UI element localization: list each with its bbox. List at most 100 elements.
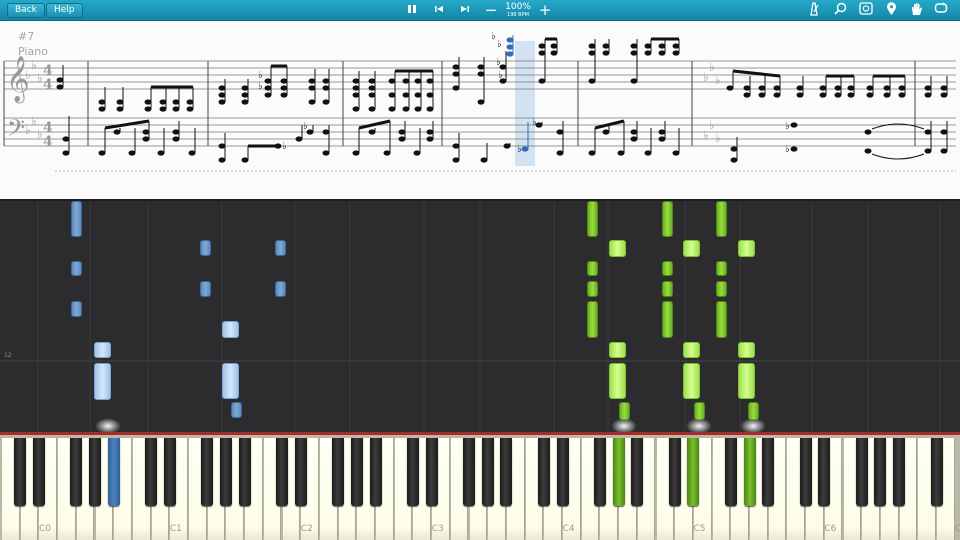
black-key[interactable] <box>593 438 606 506</box>
skip-back-icon[interactable] <box>430 2 448 19</box>
black-key[interactable] <box>556 438 569 506</box>
black-key[interactable] <box>481 438 494 506</box>
black-key[interactable] <box>14 438 27 506</box>
falling-note <box>609 240 626 257</box>
sheet-music-panel[interactable]: #7 Piano 𝄞 𝄢 ♭ ♭ ♭ ♭ ♭ ♭ ♭ ♭ ♭ ♭ ♭ ♭ 4 4… <box>0 21 960 199</box>
black-key[interactable] <box>145 438 158 506</box>
falling-note <box>71 261 82 276</box>
black-key[interactable] <box>425 438 438 506</box>
falling-note <box>275 281 286 297</box>
black-key[interactable] <box>668 438 681 506</box>
black-key[interactable] <box>537 438 550 506</box>
top-toolbar: Back Help − 100% 196 BPM + <box>0 0 960 21</box>
hand-icon[interactable] <box>907 2 925 19</box>
svg-text:♭: ♭ <box>497 39 502 50</box>
svg-text:♭: ♭ <box>703 128 709 142</box>
svg-text:♭: ♭ <box>282 141 287 152</box>
black-key[interactable] <box>70 438 83 506</box>
metronome-icon[interactable] <box>805 2 823 19</box>
svg-text:4: 4 <box>43 134 53 150</box>
back-button[interactable]: Back <box>7 3 45 18</box>
falling-notes-panel[interactable] <box>0 199 960 434</box>
falling-note <box>738 240 755 257</box>
svg-text:♭: ♭ <box>31 58 37 72</box>
black-key[interactable] <box>687 438 700 506</box>
svg-text:♭: ♭ <box>31 114 37 128</box>
time-signatures: 44 44 <box>43 63 53 150</box>
falling-note <box>716 301 727 338</box>
black-key[interactable] <box>350 438 363 506</box>
piano-keyboard[interactable] <box>0 432 960 540</box>
black-key[interactable] <box>893 438 906 506</box>
svg-text:♭: ♭ <box>785 144 790 155</box>
tempo-display: 100% 196 BPM <box>500 2 536 19</box>
accidentals: ♭♭♭♭ ♭♭ <box>258 31 503 92</box>
black-key[interactable] <box>276 438 288 506</box>
svg-text:♭: ♭ <box>491 31 496 42</box>
falling-note <box>94 363 111 400</box>
black-key[interactable] <box>762 438 775 506</box>
black-key[interactable] <box>799 438 812 506</box>
falling-note <box>222 321 239 338</box>
black-key[interactable] <box>406 438 419 506</box>
falling-note <box>71 201 82 237</box>
roll-gridlines <box>0 201 960 434</box>
black-key[interactable] <box>930 438 943 506</box>
minus-icon[interactable]: − <box>482 2 500 19</box>
black-key[interactable] <box>201 438 214 506</box>
skip-forward-icon[interactable] <box>456 2 474 19</box>
bass-clef: 𝄢 <box>7 114 25 147</box>
black-key[interactable] <box>238 438 251 506</box>
help-button[interactable]: Help <box>46 3 83 18</box>
falling-note <box>683 342 700 358</box>
falling-note <box>716 281 727 297</box>
svg-text:♭: ♭ <box>258 81 263 92</box>
plus-icon[interactable]: + <box>536 2 554 19</box>
octave-label: C2 <box>300 524 313 534</box>
chord-icon[interactable] <box>857 2 875 19</box>
falling-note <box>200 240 211 256</box>
black-key[interactable] <box>874 438 887 506</box>
falling-note <box>738 342 755 358</box>
black-key[interactable] <box>500 438 513 506</box>
svg-text:♭: ♭ <box>37 127 43 141</box>
black-key[interactable] <box>163 438 176 506</box>
falling-note <box>200 281 211 297</box>
octave-label: C6 <box>824 524 837 534</box>
black-key[interactable] <box>463 438 475 506</box>
falling-note <box>683 363 700 399</box>
falling-note <box>738 363 755 399</box>
tempo-bpm: 196 BPM <box>507 12 529 18</box>
octave-label: C3 <box>431 524 444 534</box>
falling-note <box>716 261 727 276</box>
roll-measure-marker: 12 <box>4 352 12 359</box>
black-key[interactable] <box>855 438 868 506</box>
black-key[interactable] <box>294 438 307 506</box>
octave-label: C4 <box>562 524 575 534</box>
black-key[interactable] <box>631 438 644 506</box>
falling-note <box>587 201 598 237</box>
black-key[interactable] <box>332 438 345 506</box>
svg-text:♭: ♭ <box>25 68 31 82</box>
falling-note <box>275 240 286 256</box>
marker-icon[interactable] <box>882 2 900 19</box>
svg-text:♭: ♭ <box>715 131 721 145</box>
black-key[interactable] <box>89 438 101 506</box>
black-key[interactable] <box>724 438 737 506</box>
loop-icon[interactable] <box>932 2 950 19</box>
black-key[interactable] <box>32 438 45 506</box>
octave-label: C1 <box>169 524 182 534</box>
falling-note <box>716 201 727 237</box>
black-key[interactable] <box>369 438 382 506</box>
black-key[interactable] <box>743 438 756 506</box>
svg-text:4: 4 <box>43 77 53 93</box>
black-key[interactable] <box>612 438 625 506</box>
synthesia-player: Back Help − 100% 196 BPM + #7 Piano 𝄞 𝄢 … <box>0 0 960 540</box>
pause-icon[interactable] <box>403 2 421 19</box>
black-key[interactable] <box>219 438 232 506</box>
octave-label: C0 <box>39 524 52 534</box>
falling-note <box>222 363 239 399</box>
black-key[interactable] <box>107 438 120 506</box>
black-key[interactable] <box>818 438 831 506</box>
magnify-icon[interactable] <box>831 2 849 19</box>
